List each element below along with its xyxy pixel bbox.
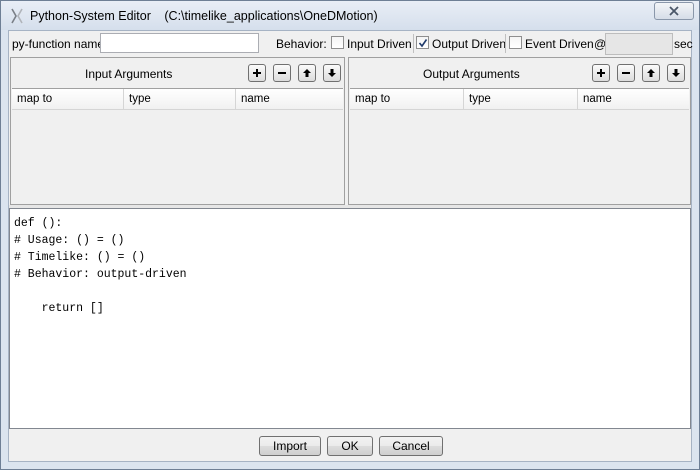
table-header: map to type name <box>12 89 343 110</box>
remove-input-button[interactable] <box>273 64 291 82</box>
input-driven-label[interactable]: Input Driven <box>347 37 412 51</box>
add-output-button[interactable] <box>592 64 610 82</box>
move-output-up-button[interactable] <box>642 64 660 82</box>
column-header-name[interactable]: name <box>578 89 689 109</box>
input-arguments-title: Input Arguments <box>85 67 173 81</box>
output-driven-label[interactable]: Output Driven <box>432 37 506 51</box>
column-header-name[interactable]: name <box>236 89 343 109</box>
add-input-button[interactable] <box>248 64 266 82</box>
table-header: map to type name <box>350 89 689 110</box>
minus-icon <box>278 72 286 74</box>
client-area: py-function name: Behavior: Input Driven… <box>8 30 693 462</box>
function-name-input[interactable] <box>100 33 259 53</box>
output-arguments-title: Output Arguments <box>423 67 520 81</box>
column-header-map-to[interactable]: map to <box>350 89 464 109</box>
arrow-down-icon <box>328 69 336 77</box>
window-title: Python-System Editor (C:\timelike_applic… <box>30 9 378 23</box>
arrow-down-icon <box>672 69 680 77</box>
checkmark-icon <box>418 39 428 48</box>
code-editor[interactable]: def (): # Usage: () = () # Timelike: () … <box>9 208 691 429</box>
function-settings-row: py-function name: Behavior: Input Driven… <box>9 31 693 57</box>
dialog-button-row: Import OK Cancel <box>9 429 691 461</box>
window-title-name: Python-System Editor <box>30 9 151 23</box>
separator <box>413 34 414 53</box>
input-driven-checkbox[interactable] <box>331 36 344 49</box>
cancel-button[interactable]: Cancel <box>379 436 443 456</box>
ok-button[interactable]: OK <box>327 436 373 456</box>
plus-icon <box>597 69 605 77</box>
input-arguments-panel: Input Arguments map to type name <box>10 57 345 205</box>
unit-label: sec <box>674 37 693 51</box>
code-text[interactable]: def (): # Usage: () = () # Timelike: () … <box>14 215 686 424</box>
arrow-up-icon <box>303 69 311 77</box>
input-arguments-table[interactable]: map to type name <box>12 88 343 203</box>
output-arguments-table[interactable]: map to type name <box>350 88 689 203</box>
editor-window: Python-System Editor (C:\timelike_applic… <box>0 0 700 470</box>
move-input-down-button[interactable] <box>323 64 341 82</box>
arrow-up-icon <box>647 69 655 77</box>
close-button[interactable] <box>654 2 694 20</box>
period-input[interactable] <box>605 33 673 55</box>
separator <box>505 34 506 53</box>
app-icon <box>11 8 23 24</box>
function-name-label: py-function name: <box>12 37 108 51</box>
remove-output-button[interactable] <box>617 64 635 82</box>
plus-icon <box>253 69 261 77</box>
import-button[interactable]: Import <box>259 436 321 456</box>
close-icon <box>669 6 679 16</box>
event-driven-label[interactable]: Event Driven <box>525 37 594 51</box>
move-output-down-button[interactable] <box>667 64 685 82</box>
event-driven-checkbox[interactable] <box>509 36 522 49</box>
output-driven-checkbox[interactable] <box>416 36 429 49</box>
output-arguments-panel: Output Arguments map to type name <box>348 57 691 205</box>
column-header-type[interactable]: type <box>464 89 578 109</box>
behavior-label: Behavior: <box>276 37 327 51</box>
window-title-path: (C:\timelike_applications\OneDMotion) <box>164 9 378 23</box>
title-bar[interactable]: Python-System Editor (C:\timelike_applic… <box>1 1 699 30</box>
column-header-type[interactable]: type <box>124 89 236 109</box>
column-header-map-to[interactable]: map to <box>12 89 124 109</box>
move-input-up-button[interactable] <box>298 64 316 82</box>
minus-icon <box>622 72 630 74</box>
